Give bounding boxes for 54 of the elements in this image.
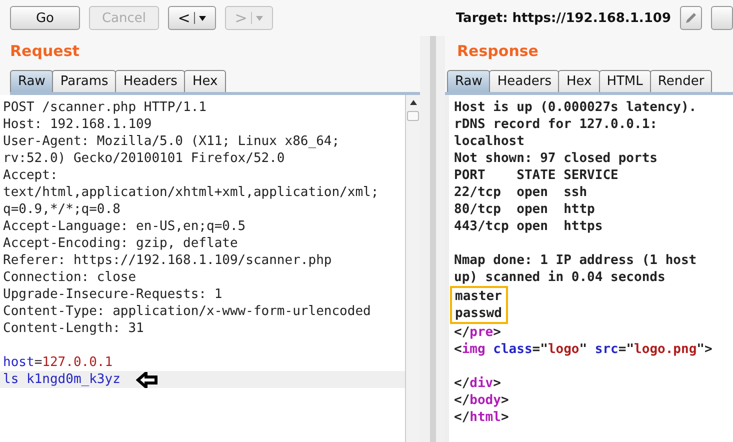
code-line: </pre> <box>453 324 502 341</box>
code-line: 80/tcp open http <box>453 201 596 218</box>
tab[interactable]: Params <box>52 70 116 92</box>
scroll-thumb[interactable] <box>407 111 419 121</box>
code-line: q=0.9,*/*;q=0.8 <box>2 201 122 218</box>
history-button[interactable]: < <box>168 6 216 30</box>
code-line: localhost <box>453 133 526 150</box>
code-line: Not shown: 97 closed ports <box>453 150 658 167</box>
target-label: Target: https://192.168.1.109 <box>456 10 671 26</box>
toolbar-button[interactable]: Go <box>10 6 80 30</box>
code-line: </body> <box>453 392 510 409</box>
code-line: Content-Type: application/x-www-form-urlencoded <box>2 303 372 320</box>
code-line: Accept: <box>2 167 59 184</box>
pane-title: Response <box>457 42 540 62</box>
code-line: passwd <box>454 305 502 322</box>
edit-button[interactable] <box>680 6 702 30</box>
code-line: Connection: close <box>2 269 138 286</box>
code-line: Content-Length: 31 <box>2 320 145 337</box>
code-line: text/html,application/xhtml+xml,application/xml; <box>2 184 380 201</box>
code-line: host=127.0.0.1 <box>2 354 114 371</box>
code-line: Accept-Encoding: gzip, deflate <box>2 235 239 252</box>
code-line: rDNS record for 127.0.0.1: <box>453 116 658 133</box>
code-line: master <box>454 288 502 305</box>
code-line: PORT STATE SERVICE <box>453 167 620 184</box>
code-line: 443/tcp open https <box>453 218 604 235</box>
scroll-up-icon[interactable] <box>410 100 416 104</box>
tab[interactable]: Headers <box>115 70 186 92</box>
tab[interactable]: Raw <box>447 70 490 92</box>
scrollbar[interactable] <box>405 95 420 442</box>
code-line: POST /scanner.php HTTP/1.1 <box>2 99 208 116</box>
caret-icon <box>199 16 206 20</box>
tab[interactable]: Raw <box>10 70 54 92</box>
code-line: Referer: https://192.168.1.109/scanner.php <box>2 252 333 269</box>
code-line: Accept-Language: en-US,en;q=0.5 <box>2 218 247 235</box>
help-button[interactable] <box>711 6 733 30</box>
caret-icon <box>256 16 264 20</box>
tab[interactable]: Render <box>650 70 712 92</box>
code-line: </html> <box>453 409 510 426</box>
tab[interactable]: HTML <box>598 70 651 92</box>
tab[interactable]: Headers <box>489 70 560 92</box>
code-line: Upgrade-Insecure-Requests: 1 <box>2 286 224 303</box>
code-line: 22/tcp open ssh <box>453 184 588 201</box>
code-line: User-Agent: Mozilla/5.0 (X11; Linux x86_64; <box>2 133 341 150</box>
pane-title: Request <box>10 42 80 62</box>
pencil-icon <box>684 11 698 25</box>
code-line: Nmap done: 1 IP address (1 host <box>453 252 698 269</box>
code-line: rv:52.0) Gecko/20100101 Firefox/52.0 <box>2 150 286 167</box>
code-line: Host is up (0.000027s latency). <box>453 99 698 116</box>
tab[interactable]: Hex <box>558 70 600 92</box>
code-line: <img class="logo" src="logo.png"> <box>453 341 714 358</box>
tab[interactable]: Hex <box>184 70 226 92</box>
code-line: </div> <box>453 375 502 392</box>
code-line: Host: 192.168.1.109 <box>2 116 153 133</box>
code-line: up) scanned in 0.04 seconds <box>453 269 666 286</box>
